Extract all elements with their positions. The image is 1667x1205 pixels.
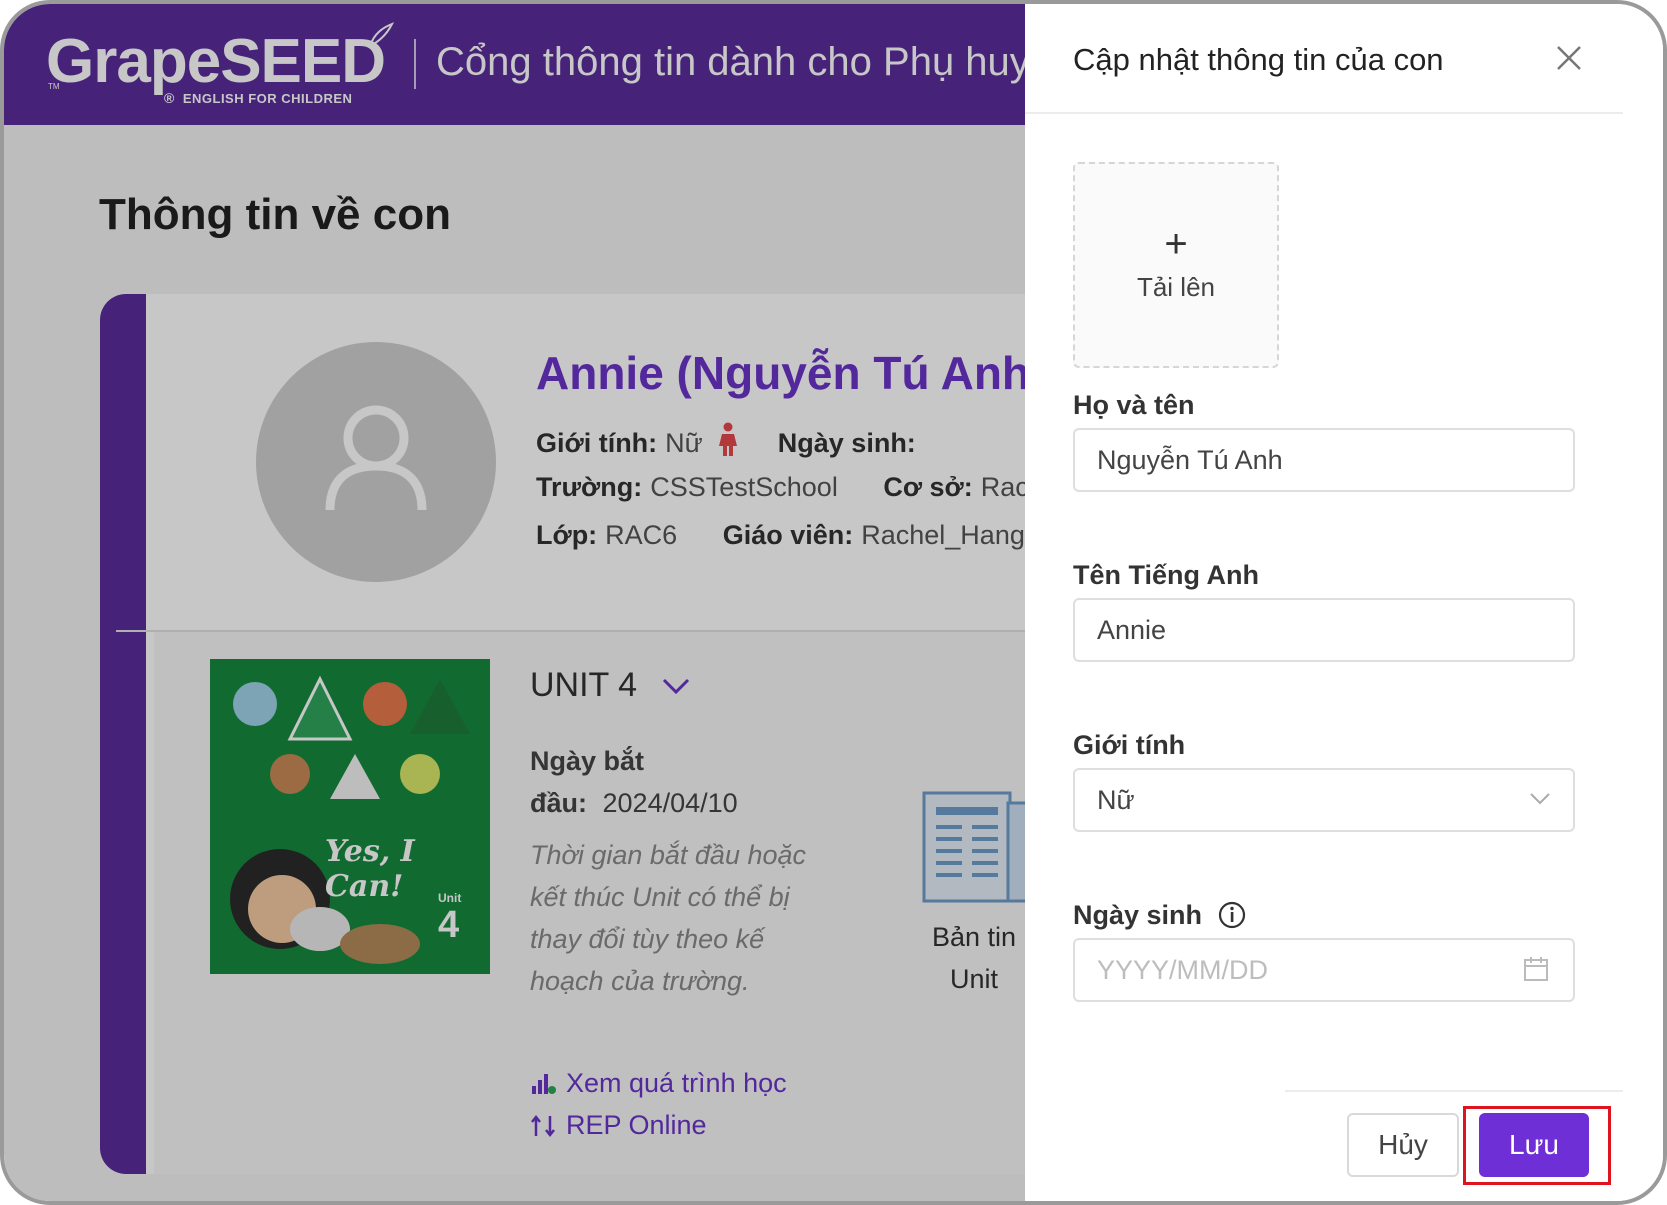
- birthday-field-label: Ngày sinh: [1073, 900, 1246, 931]
- modal-overlay[interactable]: [4, 4, 1034, 1201]
- drawer-divider: [1025, 112, 1623, 114]
- calendar-icon[interactable]: [1523, 956, 1549, 982]
- avatar-upload[interactable]: + Tải lên: [1073, 162, 1279, 368]
- info-icon[interactable]: [1218, 901, 1246, 929]
- background-page: GrapeSEED TM ENGLISH FOR CHILDREN Cổng t…: [4, 4, 1034, 1201]
- close-icon[interactable]: [1553, 42, 1585, 74]
- birthday-field-label-text: Ngày sinh: [1073, 900, 1203, 930]
- chevron-down-icon: [1530, 793, 1550, 805]
- update-child-drawer: Cập nhật thông tin của con + Tải lên Họ …: [1025, 4, 1663, 1201]
- gender-field-label: Giới tính: [1073, 730, 1186, 760]
- english-name-field[interactable]: [1073, 598, 1575, 662]
- gender-select[interactable]: Nữ: [1073, 768, 1575, 832]
- plus-icon: +: [1164, 222, 1188, 266]
- save-button-highlight: [1463, 1106, 1611, 1185]
- footer-divider: [1285, 1090, 1623, 1092]
- app-frame: GrapeSEED TM ENGLISH FOR CHILDREN Cổng t…: [0, 0, 1667, 1205]
- drawer-title: Cập nhật thông tin của con: [1073, 42, 1444, 77]
- full-name-field[interactable]: [1073, 428, 1575, 492]
- gender-selected-value: Nữ: [1097, 785, 1135, 815]
- upload-label: Tải lên: [1136, 272, 1216, 302]
- english-name-label: Tên Tiếng Anh: [1073, 560, 1259, 590]
- cancel-button[interactable]: Hủy: [1347, 1113, 1459, 1177]
- full-name-label: Họ và tên: [1073, 390, 1195, 420]
- birthday-date-picker[interactable]: [1073, 938, 1575, 1002]
